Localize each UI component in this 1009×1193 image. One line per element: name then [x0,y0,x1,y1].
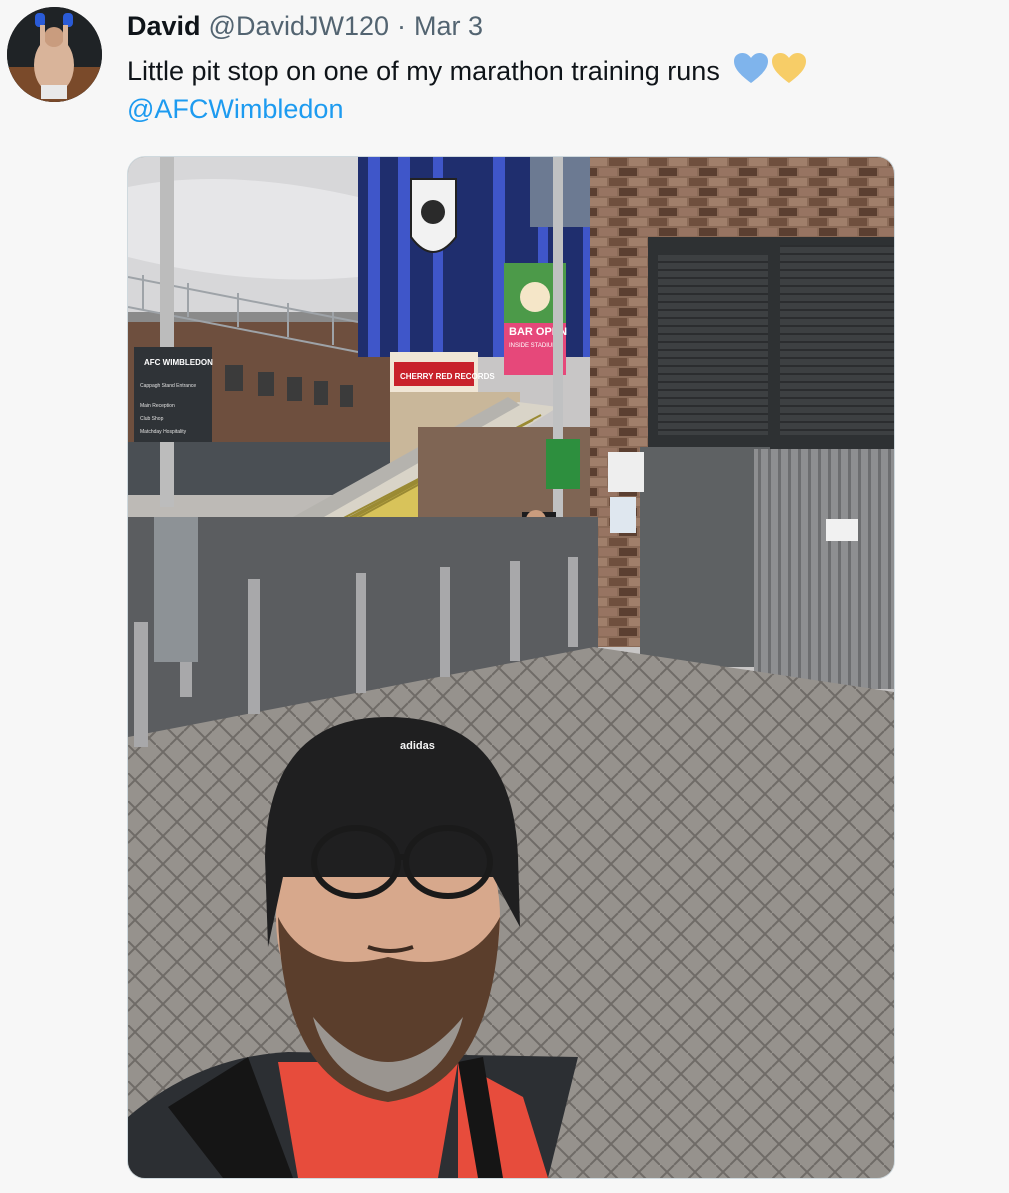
sign-club-name: AFC WIMBLEDON [144,358,213,367]
sign-line-1: Cappagh Stand Entrance [140,383,196,389]
tweet-header: David @DavidJW120 · Mar 3 [127,8,483,44]
avatar-image [7,7,102,102]
display-name[interactable]: David [127,11,201,42]
tweet-photo[interactable]: AFC WIMBLEDON Cappagh Stand Entrance Mai… [127,156,895,1179]
user-handle[interactable]: @DavidJW120 [209,11,389,42]
mention-link[interactable]: @AFCWimbledon [127,90,987,128]
sign-line-3: Club Shop [140,416,164,422]
hat-logo-text: adidas [400,740,435,752]
selfie-photo: AFC WIMBLEDON Cappagh Stand Entrance Mai… [128,157,894,1178]
sign-line-4: Matchday Hospitality [140,429,187,435]
tweet-date[interactable]: Mar 3 [414,11,483,42]
tweet[interactable]: David @DavidJW120 · Mar 3 Little pit sto… [0,0,1009,1193]
banner-inside-stadium: INSIDE STADIUM [509,343,557,349]
sign-line-2: Main Reception [140,403,175,409]
blue-heart-icon [734,53,769,83]
stadium-sign-text: CHERRY RED RECORDS [400,372,495,381]
separator-dot: · [397,10,407,41]
tweet-body: Little pit stop on one of my marathon tr… [127,56,720,86]
yellow-heart-icon [772,53,807,83]
avatar[interactable] [7,7,102,102]
tweet-text: Little pit stop on one of my marathon tr… [127,52,987,128]
